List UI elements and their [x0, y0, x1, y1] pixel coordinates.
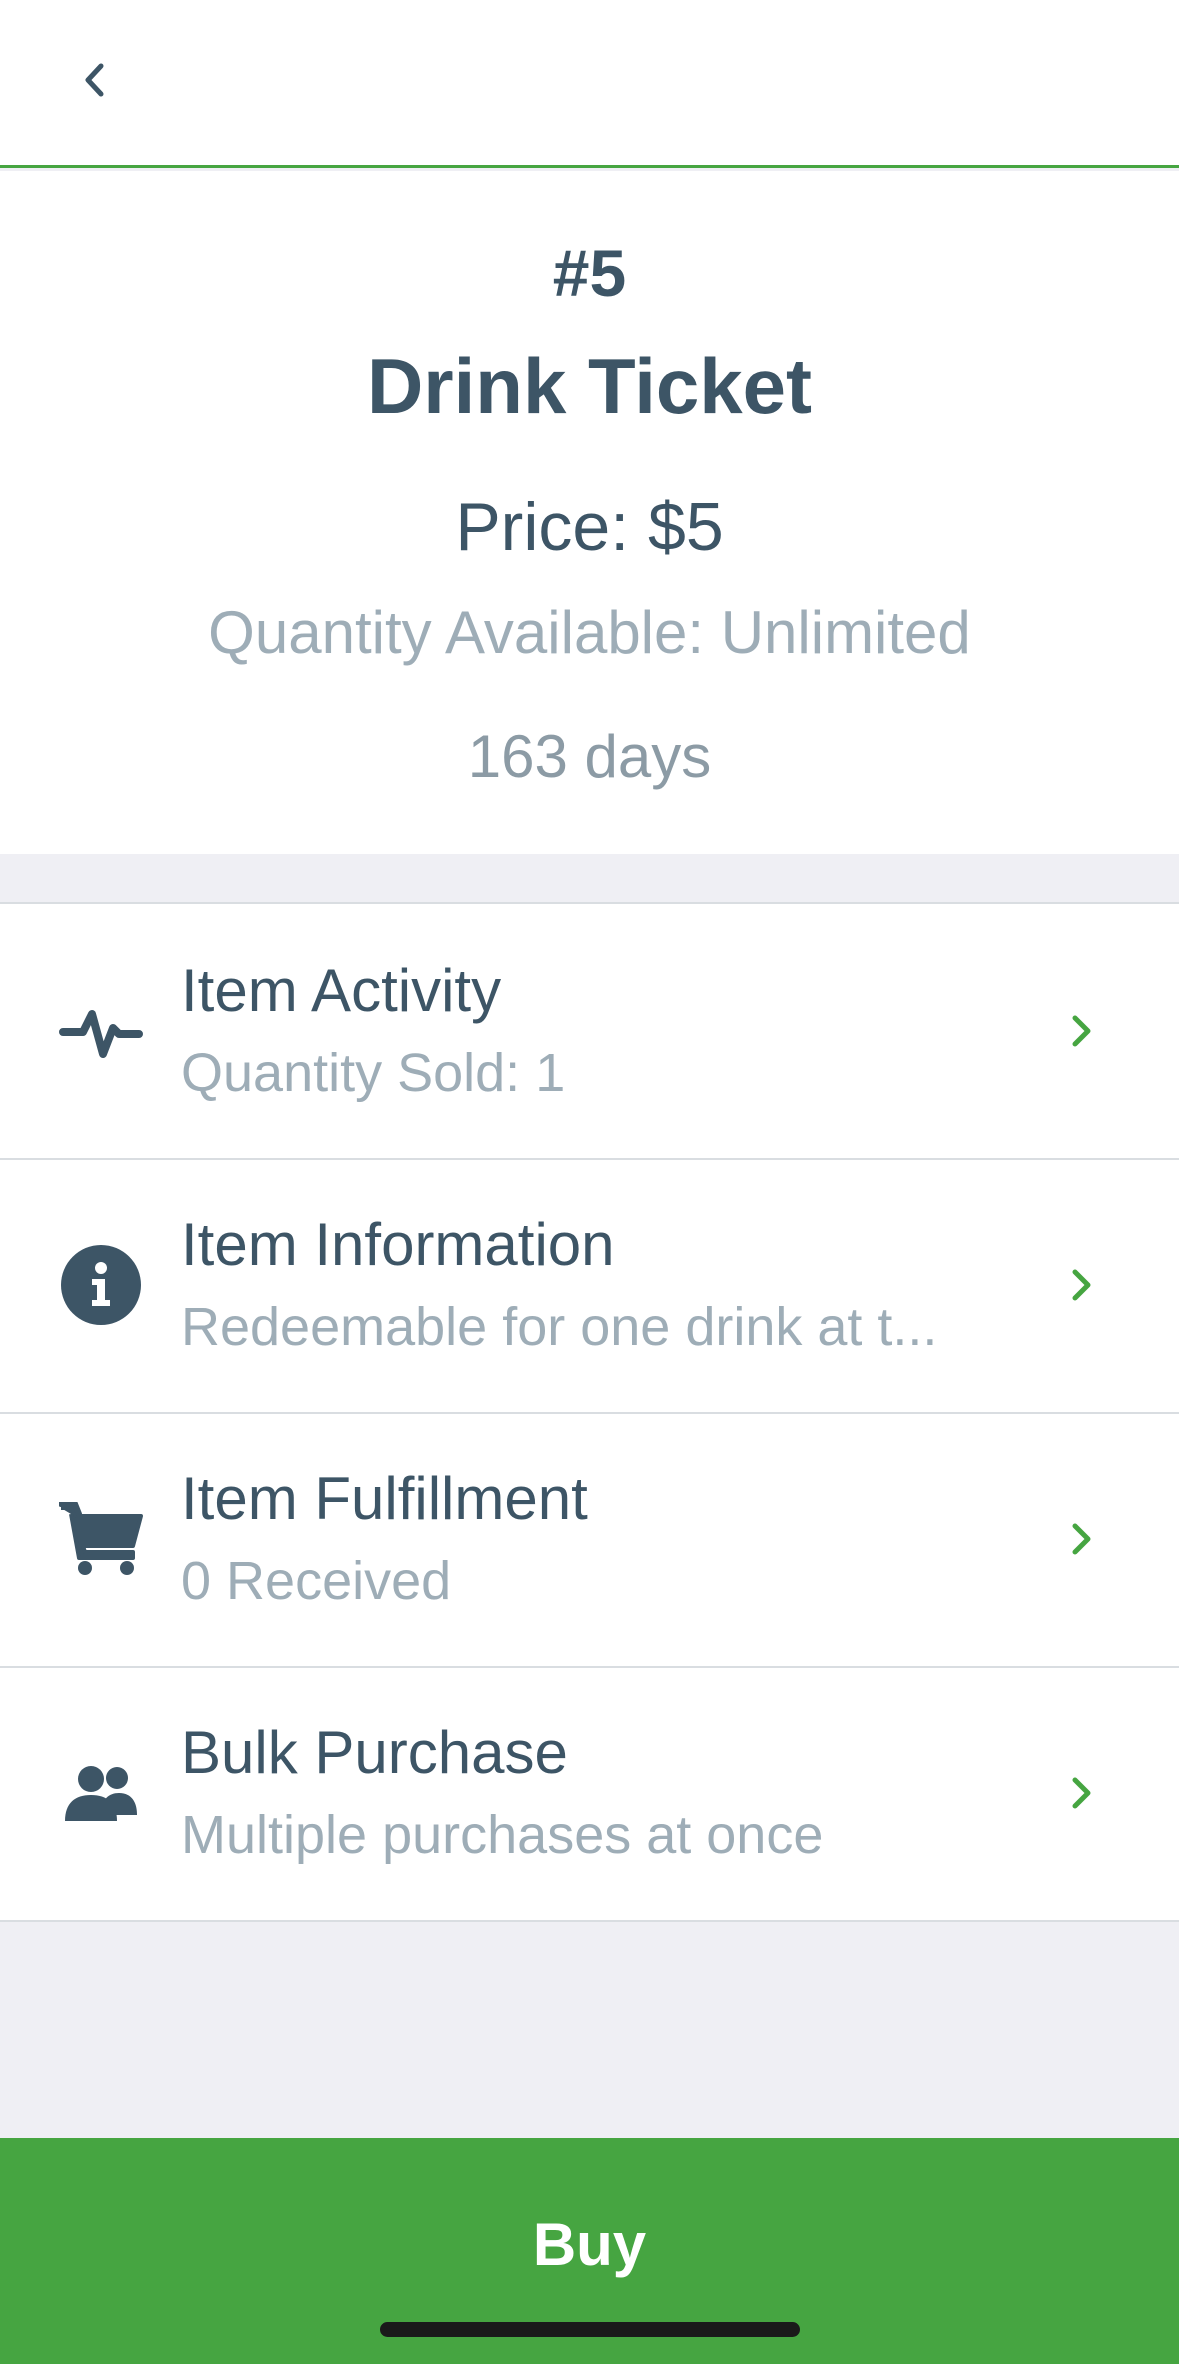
- item-price: Price: $5: [455, 489, 724, 565]
- bulk-purchase-row[interactable]: Bulk Purchase Multiple purchases at once: [0, 1666, 1179, 1920]
- chevron-right-icon: [1058, 1007, 1106, 1055]
- row-subtitle: Multiple purchases at once: [181, 1805, 824, 1865]
- row-subtitle: Quantity Sold: 1: [181, 1043, 566, 1103]
- item-options-list: Item Activity Quantity Sold: 1 Item Info…: [0, 902, 1179, 1922]
- item-summary: #5 Drink Ticket Price: $5 Quantity Avail…: [0, 171, 1179, 854]
- row-title: Item Information: [181, 1211, 615, 1278]
- navigation-bar: [0, 0, 1179, 168]
- item-information-row[interactable]: Item Information Redeemable for one drin…: [0, 1158, 1179, 1412]
- quantity-available: Quantity Available: Unlimited: [208, 599, 971, 666]
- chevron-right-icon: [1058, 1261, 1106, 1309]
- row-subtitle: Redeemable for one drink at t...: [181, 1297, 938, 1357]
- activity-pulse-icon: [56, 986, 146, 1076]
- info-circle-icon: [56, 1240, 146, 1330]
- back-button[interactable]: [60, 45, 130, 115]
- home-indicator: [380, 2322, 800, 2337]
- shopping-cart-icon: [56, 1494, 146, 1584]
- item-number: #5: [552, 236, 627, 310]
- item-fulfillment-row[interactable]: Item Fulfillment 0 Received: [0, 1412, 1179, 1666]
- row-title: Item Fulfillment: [181, 1465, 588, 1532]
- chevron-right-icon: [1058, 1769, 1106, 1817]
- item-activity-row[interactable]: Item Activity Quantity Sold: 1: [0, 904, 1179, 1158]
- chevron-left-icon: [85, 63, 104, 97]
- row-subtitle: 0 Received: [181, 1551, 452, 1611]
- users-group-icon: [56, 1748, 146, 1838]
- days-remaining: 163 days: [467, 723, 712, 790]
- chevron-right-icon: [1058, 1515, 1106, 1563]
- row-title: Bulk Purchase: [181, 1719, 568, 1786]
- row-title: Item Activity: [181, 957, 502, 1024]
- item-title: Drink Ticket: [366, 342, 813, 430]
- buy-button-label: Buy: [532, 2211, 647, 2278]
